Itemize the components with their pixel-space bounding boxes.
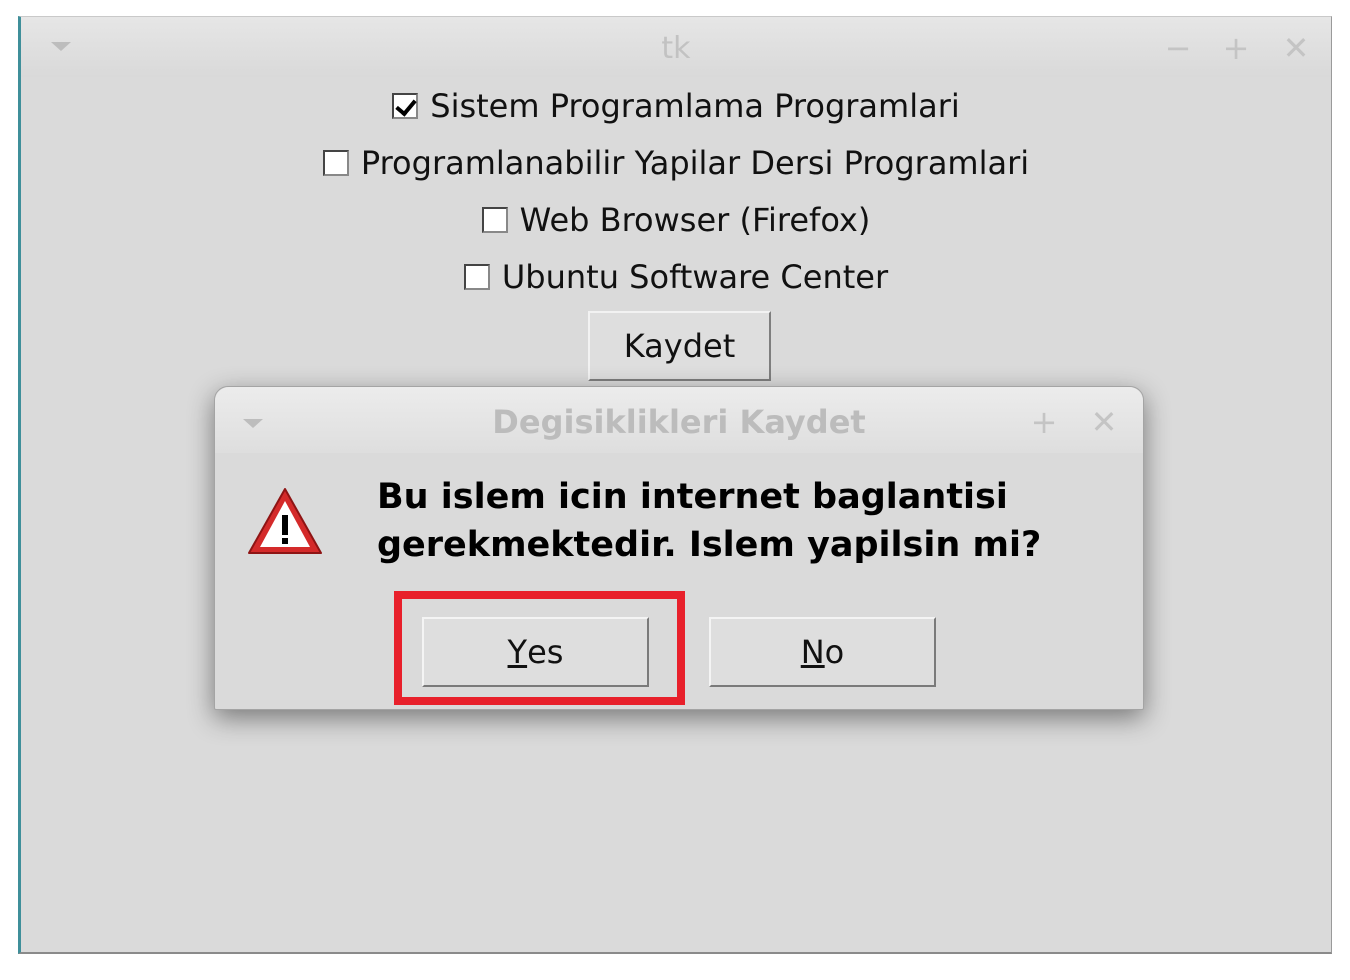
option-label[interactable]: Sistem Programlama Programlari — [430, 87, 959, 125]
checkbox-ubuntu-software-center[interactable] — [463, 264, 490, 290]
checkbox-programlanabilir[interactable] — [322, 150, 349, 176]
dialog-title: Degisiklikleri Kaydet — [492, 403, 866, 441]
dialog-titlebar[interactable]: Degisiklikleri Kaydet + ✕ — [215, 387, 1143, 453]
yes-mnemonic: Y — [507, 633, 528, 671]
dialog-close-icon[interactable]: ✕ — [1087, 405, 1121, 439]
yes-label: es — [527, 633, 564, 671]
option-label[interactable]: Web Browser (Firefox) — [520, 201, 871, 239]
save-button[interactable]: Kaydet — [588, 311, 771, 381]
option-row-programlanabilir[interactable]: Programlanabilir Yapilar Dersi Programla… — [21, 143, 1331, 183]
close-icon[interactable]: ✕ — [1279, 31, 1313, 65]
checkbox-sistem[interactable] — [392, 93, 419, 119]
warning-icon — [248, 488, 322, 554]
option-row-web-browser[interactable]: Web Browser (Firefox) — [21, 200, 1331, 240]
option-label[interactable]: Ubuntu Software Center — [502, 258, 888, 296]
dialog-message: Bu islem icin internet baglantisi gerekm… — [377, 473, 1137, 569]
no-label: o — [824, 633, 845, 671]
no-button[interactable]: No — [709, 617, 936, 687]
maximize-icon[interactable]: + — [1219, 31, 1253, 65]
option-row-ubuntu-software-center[interactable]: Ubuntu Software Center — [21, 257, 1331, 297]
dialog-maximize-icon[interactable]: + — [1027, 405, 1061, 439]
message-line-2: gerekmektedir. Islem yapilsin mi? — [377, 525, 1042, 565]
no-mnemonic: N — [800, 633, 825, 671]
checkbox-web-browser[interactable] — [481, 207, 508, 233]
option-row-sistem[interactable]: Sistem Programlama Programlari — [21, 86, 1331, 126]
yes-button[interactable]: Yes — [422, 617, 649, 687]
option-label[interactable]: Programlanabilir Yapilar Dersi Programla… — [361, 144, 1029, 182]
minimize-icon[interactable]: − — [1161, 31, 1195, 65]
confirm-dialog: Degisiklikleri Kaydet + ✕ Bu islem icin … — [214, 386, 1144, 710]
main-titlebar[interactable]: tk − + ✕ — [21, 17, 1331, 77]
window-title: tk — [661, 31, 691, 66]
message-line-1: Bu islem icin internet baglantisi — [377, 477, 1008, 517]
